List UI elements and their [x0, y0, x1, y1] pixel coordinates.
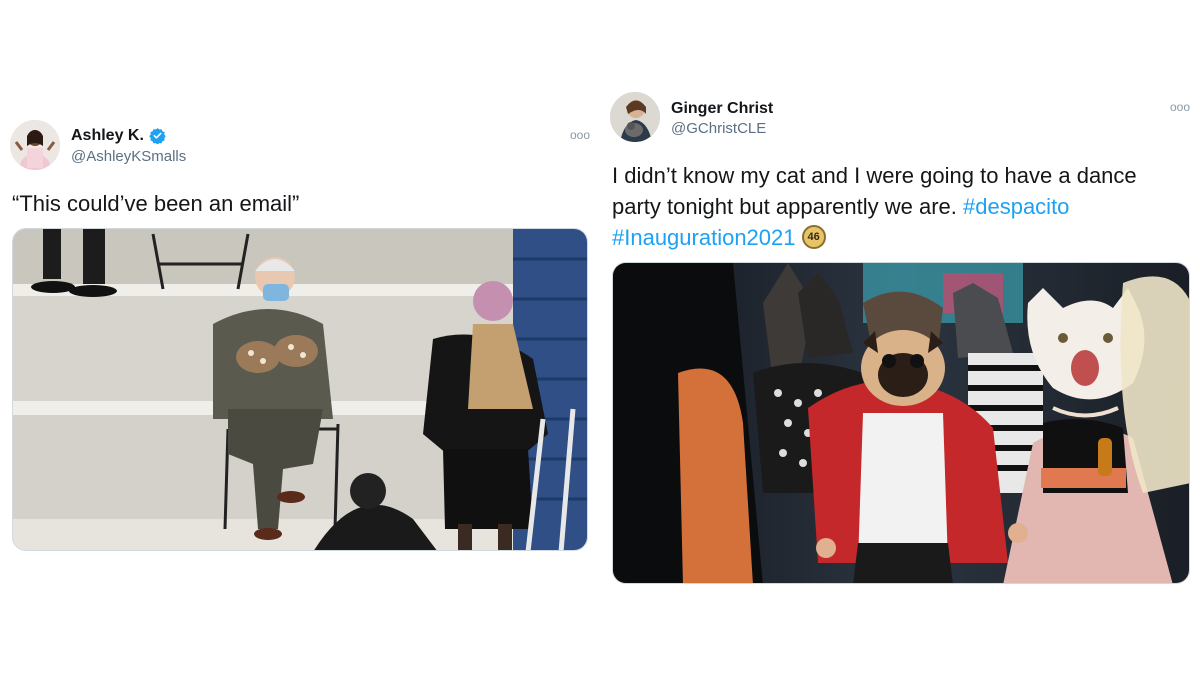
avatar[interactable] — [10, 120, 60, 170]
display-name[interactable]: Ashley K. — [71, 127, 144, 145]
tweet-photo[interactable] — [612, 262, 1190, 584]
avatar-image — [10, 120, 60, 170]
tweet-ginger[interactable]: Ginger Christ @GChristCLE ooo I didn’t k… — [610, 90, 1190, 590]
hashtag-despacito[interactable]: #despacito — [963, 194, 1069, 219]
tweet-text: “This could’ve been an email” — [12, 191, 300, 216]
display-name[interactable]: Ginger Christ — [671, 100, 773, 118]
more-options-icon[interactable]: ooo — [1170, 100, 1190, 114]
tweet-text: I didn’t know my cat and I were going to… — [612, 160, 1182, 253]
avatar[interactable] — [610, 92, 660, 142]
photo-bernie-mittens — [13, 229, 587, 550]
tweet-photo[interactable] — [12, 228, 588, 551]
hashtag-inauguration2021[interactable]: #Inauguration2021 — [612, 225, 796, 250]
photo-animal-dance-party — [613, 263, 1189, 583]
verified-badge-icon — [149, 128, 166, 144]
inauguration-46-emoji-icon: 46 — [801, 225, 826, 250]
tweet-ashley[interactable]: Ashley K. @AshleyKSmalls ooo “This could… — [10, 118, 590, 558]
more-options-icon[interactable]: ooo — [570, 128, 590, 142]
handle[interactable]: @GChristCLE — [671, 120, 766, 137]
handle[interactable]: @AshleyKSmalls — [71, 148, 186, 165]
avatar-image — [610, 92, 660, 142]
